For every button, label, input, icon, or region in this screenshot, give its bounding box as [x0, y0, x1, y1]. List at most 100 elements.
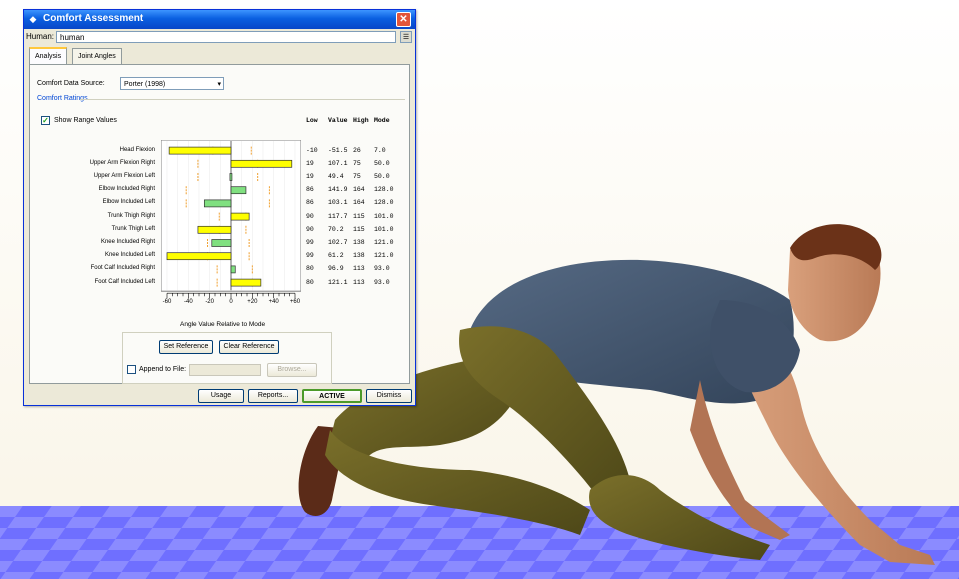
cell-value: 141.9 [328, 186, 348, 194]
append-to-file-checkbox[interactable] [127, 365, 136, 374]
cell-mode: 128.0 [374, 186, 394, 194]
cell-high: 75 [353, 173, 361, 180]
row-label: Knee Included Left [104, 252, 155, 259]
cell-mode: 121.0 [374, 252, 394, 260]
append-to-file-label: Append to File: [139, 366, 187, 373]
cell-mode: 93.0 [374, 278, 390, 286]
bottom-bar: Usage Reports... ACTIVE Dismiss [24, 387, 415, 405]
cell-value: 49.4 [328, 173, 344, 180]
header-mode: Mode [374, 117, 390, 124]
title-bar[interactable]: ◆ Comfort Assessment ✕ [24, 10, 415, 29]
browse-button: Browse... [267, 363, 317, 377]
clear-reference-button[interactable]: Clear Reference [219, 340, 279, 354]
cell-mode: 121.0 [374, 239, 394, 246]
row-label: Elbow Included Left [102, 199, 155, 206]
set-reference-button[interactable]: Set Reference [159, 340, 213, 354]
cell-high: 26 [353, 146, 361, 154]
show-range-label: Show Range Values [54, 117, 117, 124]
window-title: Comfort Assessment [43, 13, 144, 24]
active-button[interactable]: ACTIVE [302, 389, 362, 403]
cell-low: 90 [306, 212, 314, 220]
cell-high: 75 [353, 159, 361, 167]
cell-high: 164 [353, 199, 365, 207]
row-label: Upper Arm Flexion Left [93, 173, 155, 179]
row-label: Trunk Thigh Left [111, 225, 155, 232]
human-selector-row: Human: human ☰ [26, 31, 412, 45]
comfort-chart [161, 140, 301, 299]
bar-elbow-included-left [203, 199, 232, 208]
header-value: Value [328, 117, 348, 124]
show-range-checkbox[interactable]: ✓ [41, 116, 50, 125]
cell-value: 96.9 [328, 265, 344, 273]
human-label: Human: [26, 32, 55, 41]
analysis-panel: Comfort Data Source: Porter (1998) ▾ Com… [29, 64, 410, 384]
tab-bar: Analysis Joint Angles [29, 47, 409, 65]
cell-value: 102.7 [328, 239, 348, 246]
header-low: Low [306, 117, 318, 124]
x-axis-title: Angle Value Relative to Mode [180, 321, 266, 328]
row-label: Foot Calf Included Left [94, 278, 155, 285]
data-source-select[interactable]: Porter (1998) ▾ [120, 77, 224, 90]
row-label: Trunk Thigh Right [107, 212, 155, 219]
row-label: Upper Arm Flexion Right [89, 159, 155, 166]
reports-button[interactable]: Reports... [248, 389, 298, 403]
bar-foot-calf-included-left [230, 278, 262, 287]
cell-value: 70.2 [328, 225, 344, 233]
bar-trunk-thigh-right [230, 212, 250, 221]
cell-high: 138 [353, 252, 365, 260]
checkered-floor [0, 506, 959, 579]
header-high: High [353, 117, 369, 124]
cell-low: 99 [306, 239, 314, 246]
cell-high: 113 [353, 265, 365, 273]
bar-upper-arm-flexion-left [229, 173, 233, 181]
cell-low: 99 [306, 252, 314, 260]
app-icon: ◆ [29, 14, 37, 24]
cell-low: 80 [306, 278, 314, 286]
cell-high: 113 [353, 278, 365, 286]
reference-group: Set Reference Clear Reference Append to … [122, 332, 332, 384]
row-label: Foot Calf Included Right [90, 265, 155, 272]
cell-value: 107.1 [328, 159, 348, 167]
cell-mode: 101.0 [374, 225, 394, 233]
bar-foot-calf-included-right [230, 265, 236, 274]
close-button[interactable]: ✕ [396, 12, 411, 27]
cell-low: 19 [306, 173, 314, 180]
row-label: Head Flexion [119, 146, 155, 153]
append-file-field [189, 364, 261, 376]
cell-low: -10 [306, 146, 318, 154]
cell-mode: 7.0 [374, 146, 386, 154]
bar-elbow-included-right [230, 186, 247, 195]
human-picker-button[interactable]: ☰ [400, 31, 412, 43]
bar-knee-included-left [166, 252, 232, 261]
cell-high: 164 [353, 186, 365, 194]
cell-high: 138 [353, 239, 365, 246]
cell-mode: 101.0 [374, 212, 394, 220]
cell-value: 103.1 [328, 199, 348, 207]
dismiss-button[interactable]: Dismiss [366, 389, 412, 403]
comfort-assessment-window: ◆ Comfort Assessment ✕ Human: human ☰ An… [23, 9, 416, 406]
cell-mode: 93.0 [374, 265, 390, 273]
cell-value: 61.2 [328, 252, 344, 260]
human-field[interactable]: human [56, 31, 396, 43]
cell-value: 117.7 [328, 212, 348, 220]
cell-mode: 50.0 [374, 173, 390, 180]
cell-low: 86 [306, 199, 314, 207]
bar-upper-arm-flexion-right [230, 159, 293, 168]
cell-low: 19 [306, 159, 314, 167]
cell-mode: 128.0 [374, 199, 394, 207]
bar-head-flexion [168, 146, 232, 155]
chevron-down-icon: ▾ [217, 81, 221, 88]
bar-trunk-thigh-left [197, 225, 232, 234]
usage-button[interactable]: Usage [198, 389, 244, 403]
cell-value: 121.1 [328, 278, 348, 286]
cell-value: -51.5 [328, 146, 348, 154]
cell-low: 86 [306, 186, 314, 194]
cell-low: 90 [306, 225, 314, 233]
data-source-value: Porter (1998) [124, 81, 166, 88]
bar-knee-included-right [211, 239, 232, 247]
tab-analysis[interactable]: Analysis [29, 47, 68, 65]
group-divider [80, 99, 405, 100]
tab-joint-angles[interactable]: Joint Angles [72, 48, 122, 64]
cell-low: 80 [306, 265, 314, 273]
row-label: Knee Included Right [100, 239, 155, 245]
